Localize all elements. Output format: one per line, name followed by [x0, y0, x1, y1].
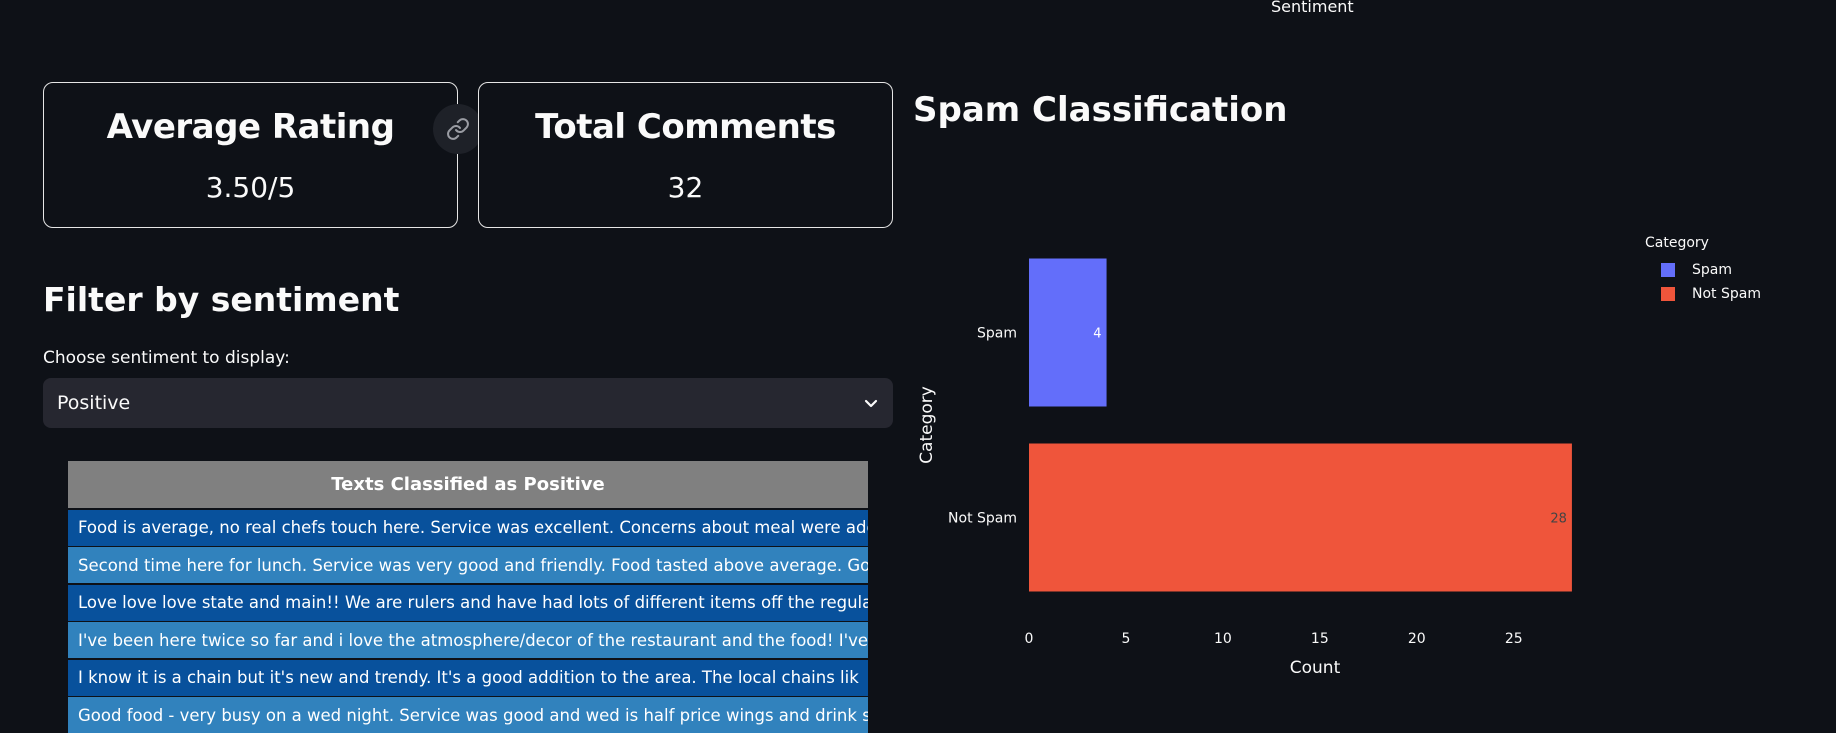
table-row: I know it is a chain but it's new and tr…: [68, 660, 868, 696]
total-comments-card: Total Comments 32: [478, 82, 893, 228]
chevron-down-icon: [863, 395, 879, 411]
x-tick-label: 20: [1408, 631, 1426, 647]
legend-label: Not Spam: [1692, 286, 1761, 302]
metric-value: 3.50/5: [44, 171, 457, 204]
y-tick-label: Not Spam: [948, 511, 1017, 527]
texts-table: Texts Classified as Positive Food is ave…: [68, 461, 868, 733]
sentiment-select-label: Choose sentiment to display:: [43, 348, 290, 368]
metric-title: Average Rating: [44, 107, 457, 147]
table-body: Food is average, no real chefs touch her…: [68, 510, 868, 733]
x-axis-title: Count: [1290, 658, 1341, 678]
table-row: Food is average, no real chefs touch her…: [68, 510, 868, 546]
chart-legend: Category Spam Not Spam: [1645, 235, 1761, 306]
filter-heading: Filter by sentiment: [43, 280, 399, 319]
sentiment-chart-label: Sentiment: [1271, 0, 1354, 16]
x-tick-label: 0: [1025, 631, 1034, 647]
table-row: Second time here for lunch. Service was …: [68, 547, 868, 583]
chart-title: Spam Classification: [913, 90, 1287, 130]
data-label: 28: [1550, 512, 1567, 527]
sentiment-select[interactable]: Positive: [43, 378, 893, 428]
table-row: Love love love state and main!! We are r…: [68, 585, 868, 621]
legend-item-spam[interactable]: Spam: [1645, 258, 1761, 282]
legend-item-not-spam[interactable]: Not Spam: [1645, 282, 1761, 306]
y-tick-label: Spam: [977, 326, 1017, 342]
legend-swatch: [1661, 263, 1675, 277]
table-header: Texts Classified as Positive: [68, 461, 868, 508]
x-tick-label: 10: [1214, 631, 1232, 647]
legend-swatch: [1661, 287, 1675, 301]
bar-not-spam: [1029, 444, 1572, 592]
legend-label: Spam: [1692, 262, 1732, 278]
legend-title: Category: [1645, 235, 1761, 251]
average-rating-card: Average Rating 3.50/5: [43, 82, 458, 228]
data-label: 4: [1093, 327, 1101, 342]
metric-value: 32: [479, 171, 892, 204]
table-row: I've been here twice so far and i love t…: [68, 622, 868, 658]
x-tick-label: 15: [1311, 631, 1329, 647]
selected-value: Positive: [57, 392, 130, 414]
y-axis-title: Category: [917, 386, 937, 464]
table-row: Good food - very busy on a wed night. Se…: [68, 697, 868, 733]
link-icon[interactable]: [433, 104, 483, 154]
x-tick-label: 5: [1121, 631, 1130, 647]
spam-bar-chart: 4 Spam 28 Not Spam 0 5 10 15 20 25 Count Category: [900, 220, 1640, 700]
metric-title: Total Comments: [479, 107, 892, 147]
x-tick-label: 25: [1505, 631, 1523, 647]
